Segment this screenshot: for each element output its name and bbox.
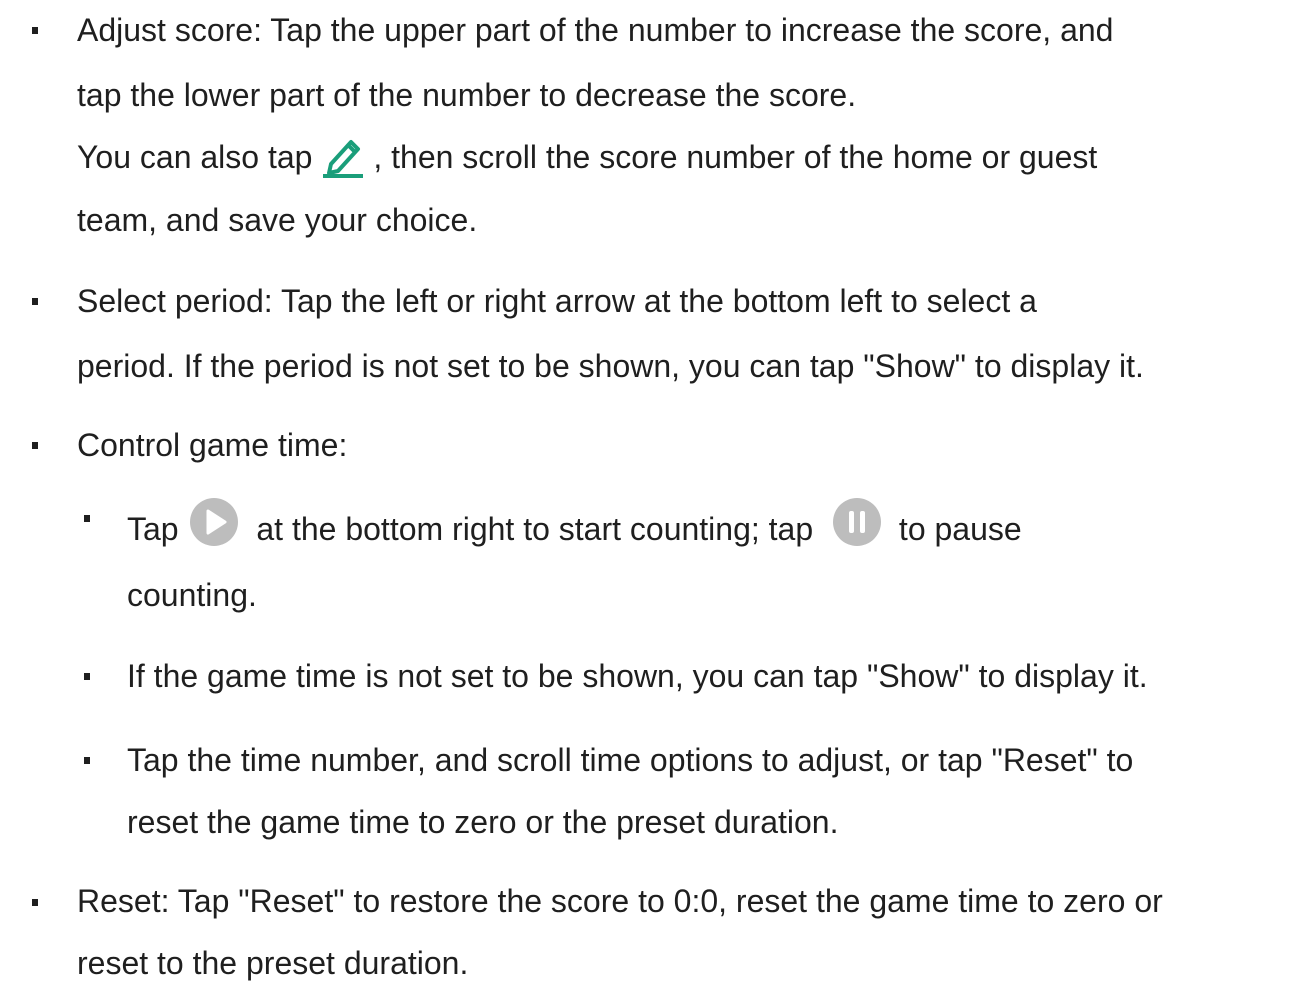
control-time-label: Control game time: bbox=[77, 427, 348, 463]
show-time-line: If the game time is not set to be shown,… bbox=[127, 658, 1148, 694]
play-icon bbox=[189, 497, 239, 547]
select-period-line-1: Select period: Tap the left or right arr… bbox=[77, 283, 1037, 319]
pause-icon bbox=[832, 497, 882, 547]
reset-line-1: Reset: Tap "Reset" to restore the score … bbox=[77, 883, 1163, 919]
sub-bullet bbox=[84, 757, 90, 764]
adjust-time-line-1: Tap the time number, and scroll time opt… bbox=[127, 742, 1134, 778]
adjust-score-line-3-after: , then scroll the score number of the ho… bbox=[373, 139, 1098, 175]
sub-bullet bbox=[84, 673, 90, 680]
bullet bbox=[32, 899, 38, 906]
play-pause-text-1: Tap bbox=[127, 511, 188, 547]
adjust-score-line-1: Adjust score: Tap the upper part of the … bbox=[77, 12, 1114, 48]
edit-pencil-icon bbox=[321, 134, 367, 178]
select-period-line-2: period. If the period is not set to be s… bbox=[77, 348, 1144, 384]
play-pause-line-1: Tap at the bottom right to start countin… bbox=[127, 497, 1022, 562]
adjust-score-line-2: tap the lower part of the number to decr… bbox=[77, 77, 857, 113]
adjust-score-line-3-before: You can also tap bbox=[77, 139, 322, 175]
bullet bbox=[32, 27, 38, 34]
reset-line-2: reset to the preset duration. bbox=[77, 945, 469, 981]
sub-bullet bbox=[84, 515, 90, 522]
adjust-time-line-2: reset the game time to zero or the prese… bbox=[127, 804, 839, 840]
play-pause-text-3: to pause bbox=[890, 511, 1022, 547]
help-document: Adjust score: Tap the upper part of the … bbox=[0, 0, 1315, 981]
play-pause-text-2: at the bottom right to start counting; t… bbox=[247, 511, 823, 547]
bullet bbox=[32, 298, 38, 305]
adjust-score-line-3: You can also tap , then scroll the score… bbox=[77, 125, 1097, 190]
adjust-score-line-4: team, and save your choice. bbox=[77, 202, 478, 238]
play-pause-line-2: counting. bbox=[127, 577, 257, 613]
bullet bbox=[32, 442, 38, 449]
